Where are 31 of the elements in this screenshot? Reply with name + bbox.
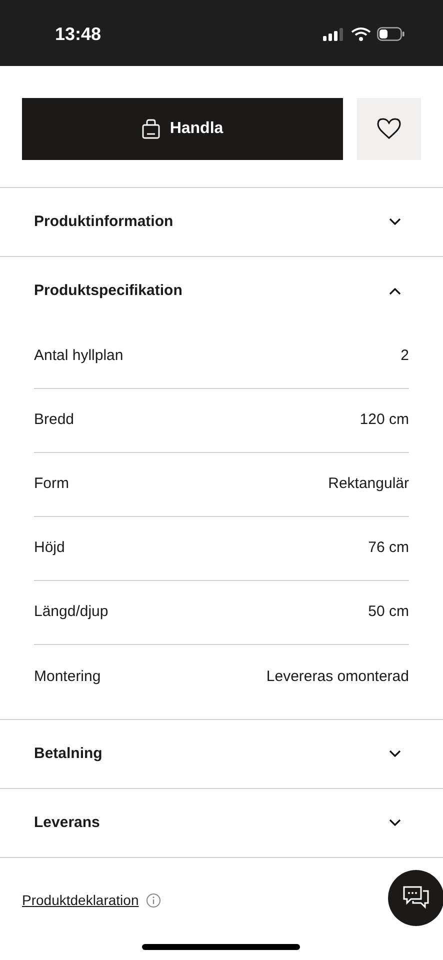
buy-button[interactable]: Handla <box>22 98 343 160</box>
chat-bubbles-icon <box>402 885 430 911</box>
spec-label: Antal hyllplan <box>34 346 124 366</box>
chevron-down-icon <box>389 218 401 226</box>
section-header[interactable]: Produktinformation <box>0 188 443 256</box>
spec-value: 76 cm <box>368 538 409 558</box>
section-header[interactable]: Betalning <box>0 720 443 788</box>
spec-label: Montering <box>34 666 101 687</box>
favorite-button[interactable] <box>357 98 421 160</box>
shopping-bag-icon <box>142 119 160 139</box>
chevron-up-icon <box>389 287 401 295</box>
spec-value: 50 cm <box>368 602 409 622</box>
spec-label: Bredd <box>34 410 74 430</box>
spec-label: Höjd <box>34 538 65 558</box>
section-header[interactable]: Produktspecifikation <box>0 257 443 325</box>
spec-value: Levereras omonterad <box>266 666 409 687</box>
spec-label: Form <box>34 474 69 494</box>
status-time: 13:48 <box>55 22 102 46</box>
spec-value: 2 <box>400 346 409 366</box>
chevron-down-icon <box>389 750 401 758</box>
heart-icon <box>377 118 401 140</box>
wifi-icon <box>351 27 371 41</box>
declaration-link[interactable]: Produktdeklaration <box>22 890 139 911</box>
spec-value: 120 cm <box>360 410 409 430</box>
spec-label: Längd/djup <box>34 602 108 622</box>
section-header[interactable]: Leverans <box>0 789 443 857</box>
battery-icon <box>377 27 405 41</box>
spec-value: Rektangulär <box>328 474 409 494</box>
chevron-down-icon <box>389 819 401 827</box>
signal-icon <box>323 28 345 40</box>
info-icon <box>146 893 161 908</box>
